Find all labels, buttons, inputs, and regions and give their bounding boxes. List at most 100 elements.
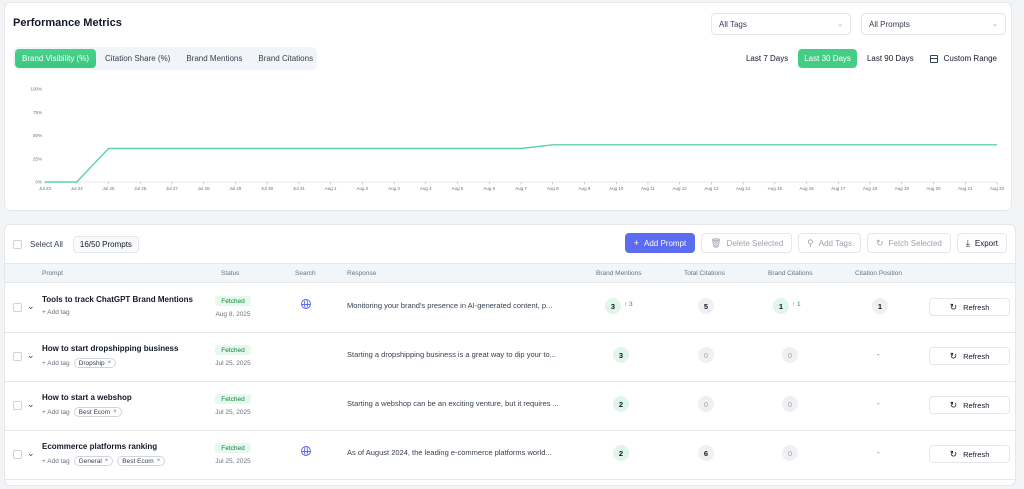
y-tick-label: 0% bbox=[35, 180, 42, 185]
col-brand-mentions: Brand Mentions bbox=[596, 270, 642, 277]
add-tag-button[interactable]: + Add tag bbox=[42, 309, 70, 316]
remove-tag-icon[interactable]: × bbox=[157, 458, 161, 464]
chevron-down-icon[interactable]: ⌄ bbox=[27, 448, 35, 459]
plus-icon: + bbox=[633, 238, 639, 248]
x-tick-label: Jul 30 bbox=[261, 186, 274, 191]
x-tick-label: Aug 20 bbox=[926, 186, 941, 191]
refresh-button[interactable]: ↻ Refresh bbox=[929, 396, 1010, 414]
trash-icon: 🗑︎ bbox=[710, 237, 722, 248]
range-last-7-days[interactable]: Last 7 Days bbox=[740, 49, 794, 68]
prompt-text: Tools to track ChatGPT Brand Mentions bbox=[42, 295, 193, 304]
add-tag-button[interactable]: + Add tag bbox=[42, 360, 70, 367]
x-tick-label: Jul 27 bbox=[166, 186, 179, 191]
x-tick-label: Aug 10 bbox=[609, 186, 624, 191]
prompt-text: How to start a webshop bbox=[42, 393, 132, 402]
brand-visibility-chart: 0% 25% 50% 75% 100% Jul 23 Jul 24 Jul 25 Jul 26 J… bbox=[30, 87, 1004, 192]
tags-filter-select[interactable]: All Tags ⌄ bbox=[711, 13, 851, 35]
brand-citations-value: 0 bbox=[782, 396, 798, 412]
x-tick-label: Jul 29 bbox=[229, 186, 242, 191]
status-badge: Fetched bbox=[215, 394, 251, 404]
table-row[interactable]: ⌄ How to start dropshipping business + Add… bbox=[5, 333, 1015, 382]
x-tick-label: Aug 19 bbox=[895, 186, 910, 191]
tab-brand-mentions[interactable]: Brand Mentions bbox=[179, 49, 249, 68]
x-tick-label: Aug 6 bbox=[483, 186, 495, 191]
refresh-button[interactable]: ↻ Refresh bbox=[929, 298, 1010, 316]
refresh-label: Refresh bbox=[963, 351, 990, 361]
tag-chip-label: Best Ecom bbox=[78, 408, 111, 416]
date-range-selector: Last 7 Days Last 30 Days Last 90 Days Cu… bbox=[740, 49, 1003, 68]
add-tags-label: Add Tags bbox=[818, 238, 852, 248]
remove-tag-icon[interactable]: × bbox=[113, 409, 117, 415]
y-tick-label: 50% bbox=[33, 133, 42, 138]
col-response: Response bbox=[347, 270, 377, 277]
status-date: Jul 25, 2025 bbox=[215, 409, 251, 416]
globe-icon[interactable] bbox=[301, 299, 311, 309]
tab-citation-share[interactable]: Citation Share (%) bbox=[98, 49, 177, 68]
total-citations-value: 6 bbox=[698, 445, 714, 461]
chevron-down-icon[interactable]: ⌄ bbox=[27, 399, 35, 410]
remove-tag-icon[interactable]: × bbox=[105, 458, 109, 464]
citation-position-value: - bbox=[877, 448, 880, 457]
row-checkbox[interactable] bbox=[13, 401, 22, 410]
tag-icon: ⚲ bbox=[807, 237, 814, 248]
brand-mentions-value: 3 bbox=[613, 347, 629, 363]
select-all-checkbox[interactable] bbox=[13, 239, 22, 249]
refresh-label: Refresh bbox=[963, 400, 990, 410]
total-citations-value: 0 bbox=[698, 347, 714, 363]
range-last-90-days[interactable]: Last 90 Days bbox=[861, 49, 920, 68]
add-prompt-label: Add Prompt bbox=[643, 238, 687, 248]
globe-icon[interactable] bbox=[301, 446, 311, 456]
row-checkbox[interactable] bbox=[13, 352, 22, 361]
tab-brand-visibility[interactable]: Brand Visibility (%) bbox=[15, 49, 96, 68]
table-row[interactable]: ⌄ How to start a webshop + Add tag Best Eco… bbox=[5, 382, 1015, 431]
total-citations-value: 0 bbox=[698, 396, 714, 412]
col-brand-citations: Brand Citations bbox=[768, 270, 813, 277]
table-header: Prompt Status Search Response Brand Ment… bbox=[5, 263, 1015, 283]
custom-range-button[interactable]: Custom Range bbox=[924, 49, 1003, 68]
x-tick-label: Aug 4 bbox=[420, 186, 432, 191]
tag-chip: Best Ecom × bbox=[117, 456, 166, 466]
table-row[interactable]: ⌄ Ecommerce platforms ranking + Add tag Gen… bbox=[5, 431, 1015, 480]
x-tick-label: Aug 1 bbox=[325, 186, 337, 191]
refresh-button[interactable]: ↻ Refresh bbox=[929, 347, 1010, 365]
add-tag-button[interactable]: + Add tag bbox=[42, 458, 70, 465]
tag-chip-label: Dropship bbox=[78, 359, 105, 367]
tag-chip: General × bbox=[73, 456, 114, 466]
tag-chip: Best Ecom × bbox=[73, 407, 122, 417]
remove-tag-icon[interactable]: × bbox=[108, 360, 112, 366]
fetch-selected-button[interactable]: ↻ Fetch Selected bbox=[866, 233, 951, 253]
add-tag-button[interactable]: + Add tag bbox=[42, 409, 70, 416]
col-prompt: Prompt bbox=[42, 270, 63, 277]
tag-list: + Add tag bbox=[42, 309, 70, 316]
tag-list: + Add tag Best Ecom × bbox=[42, 407, 122, 417]
prompt-text: How to start dropshipping business bbox=[42, 344, 179, 353]
row-checkbox[interactable] bbox=[13, 450, 22, 459]
export-button[interactable]: ⤓ Export bbox=[956, 233, 1007, 253]
x-tick-label: Aug 16 bbox=[799, 186, 814, 191]
x-tick-label: Aug 3 bbox=[388, 186, 400, 191]
col-search: Search bbox=[295, 270, 316, 277]
range-last-30-days[interactable]: Last 30 Days bbox=[798, 49, 857, 68]
table-row[interactable]: ⌄ Tools to track ChatGPT Brand Mentions + … bbox=[5, 284, 1015, 333]
brand-citations-value: 1 bbox=[773, 298, 789, 314]
x-tick-label: Jul 31 bbox=[293, 186, 306, 191]
tab-brand-citations[interactable]: Brand Citations bbox=[251, 49, 320, 68]
add-prompt-button[interactable]: + Add Prompt bbox=[624, 233, 696, 253]
delete-selected-button[interactable]: 🗑︎ Delete Selected bbox=[701, 233, 793, 253]
metric-tabs: Brand Visibility (%) Citation Share (%) … bbox=[13, 47, 317, 70]
prompts-filter-select[interactable]: All Prompts ⌄ bbox=[861, 13, 1006, 35]
brand-mentions-value: 2 bbox=[613, 445, 629, 461]
refresh-icon: ↻ bbox=[949, 399, 958, 410]
status-badge: Fetched bbox=[215, 296, 251, 306]
tag-chip: Dropship × bbox=[73, 358, 117, 368]
chevron-down-icon[interactable]: ⌄ bbox=[27, 301, 35, 312]
chevron-down-icon[interactable]: ⌄ bbox=[27, 350, 35, 361]
x-tick-label: Jul 26 bbox=[134, 186, 147, 191]
row-checkbox[interactable] bbox=[13, 303, 22, 312]
citation-position-value: - bbox=[877, 350, 880, 359]
refresh-button[interactable]: ↻ Refresh bbox=[929, 445, 1010, 463]
x-tick-label: Aug 14 bbox=[736, 186, 751, 191]
add-tags-button[interactable]: ⚲ Add Tags bbox=[798, 233, 861, 253]
select-all-control[interactable]: Select All bbox=[13, 239, 63, 249]
col-total-citations: Total Citations bbox=[684, 270, 725, 277]
